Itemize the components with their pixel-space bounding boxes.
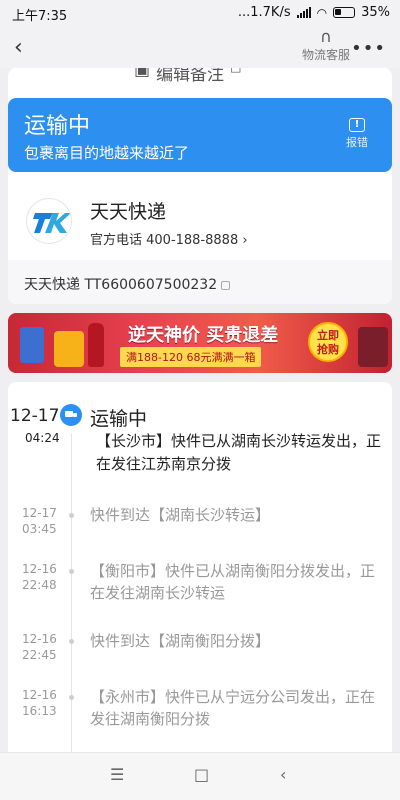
tk-logo-icon <box>33 213 71 233</box>
event-description: 【长沙市】快件已从湖南长沙转运发出，正在发往江苏南京分拨 <box>96 432 382 473</box>
event-time: 22:48 <box>22 578 57 592</box>
battery-percent: 35% <box>361 5 390 20</box>
carrier-card: 天天快递 官方电话 400-188-8888 › 天天快递 TT66006075… <box>8 180 392 304</box>
timeline-dot <box>69 513 74 518</box>
tracking-number-row[interactable]: 天天快递 TT6600607500232 <box>8 260 392 304</box>
truck-icon <box>60 404 82 426</box>
tracking-number: 天天快递 TT6600607500232 <box>24 277 218 293</box>
battery-icon <box>333 7 356 18</box>
customer-service-label: 物流客服 <box>301 48 350 62</box>
timeline-dot <box>69 569 74 574</box>
back-icon[interactable]: ‹ <box>14 35 23 60</box>
shipment-status-subtitle: 包裹离目的地越来越近了 <box>24 144 190 162</box>
buy-now-line2: 抢购 <box>317 343 339 356</box>
edit-note[interactable]: ▣ 编辑备注 □ <box>134 68 241 82</box>
product-image <box>358 327 388 367</box>
ad-headline: 逆天神价 买贵退差 <box>128 325 279 346</box>
timeline-dot <box>69 695 74 700</box>
status-time: 上午7:35 <box>12 9 68 24</box>
carrier-phone-link[interactable]: 官方电话 400-188-8888 › <box>90 229 248 248</box>
timeline-line <box>71 434 72 762</box>
timeline-dot <box>69 639 74 644</box>
ad-deal: 满188-120 68元满满一箱 <box>120 347 262 367</box>
status-icons: ...1.7K/s ◠ 35% <box>238 5 390 20</box>
network-speed: ...1.7K/s <box>237 5 291 20</box>
buy-now-button[interactable]: 立即 抢购 <box>308 322 348 362</box>
report-error-button[interactable]: ! 报错 <box>340 118 374 150</box>
event-description: 【衡阳市】快件已从湖南衡阳分拨发出，正在发往湖南长沙转运 <box>90 562 376 602</box>
product-image <box>88 323 104 367</box>
copy-icon[interactable] <box>221 280 231 290</box>
home-icon[interactable]: □ <box>194 765 209 784</box>
event-time: 03:45 <box>22 522 57 536</box>
report-label: 报错 <box>346 136 368 149</box>
event-description: 【永州市】快件已从宁远分公司发出，正在发往湖南衡阳分拨 <box>90 688 376 728</box>
nav-bar: ‹ ∩ 物流客服 ••• <box>0 26 400 68</box>
more-icon[interactable]: ••• <box>351 38 386 59</box>
event-date: 12-16 <box>22 632 57 646</box>
signal-icon <box>296 7 311 18</box>
shipment-status-banner: 运输中 包裹离目的地越来越近了 ! 报错 <box>8 98 392 172</box>
back-nav-icon[interactable]: ‹ <box>280 765 286 784</box>
event-date: 12-17 <box>10 406 60 426</box>
event-time: 04:24 <box>25 431 60 445</box>
edit-note-label: 编辑备注 <box>156 68 225 82</box>
product-image <box>20 327 44 363</box>
customer-service-button[interactable]: ∩ 物流客服 <box>298 28 354 63</box>
event-status: 运输中 <box>90 408 148 430</box>
event-date: 12-16 <box>22 562 57 576</box>
shipment-status: 运输中 <box>24 114 91 139</box>
buy-now-line1: 立即 <box>317 329 339 342</box>
system-nav-bar: ☰ □ ‹ <box>0 752 400 800</box>
note-icon: ▣ <box>134 68 151 80</box>
wifi-icon: ◠ <box>316 5 328 20</box>
tracking-timeline: 12-17 04:24 运输中 【长沙市】快件已从湖南长沙转运发出，正在发往江苏… <box>8 382 392 762</box>
edit-icon: □ <box>230 68 241 82</box>
event-date: 12-17 <box>22 506 57 520</box>
menu-icon[interactable]: ☰ <box>110 765 124 784</box>
event-time: 16:13 <box>22 704 57 718</box>
carrier-logo <box>26 198 72 244</box>
report-icon: ! <box>349 118 365 132</box>
event-date: 12-16 <box>22 688 57 702</box>
ad-banner[interactable]: 逆天神价 买贵退差 满188-120 68元满满一箱 立即 抢购 <box>8 313 392 373</box>
event-description: 快件到达【湖南衡阳分拨】 <box>90 632 271 650</box>
event-description: 快件到达【湖南长沙转运】 <box>90 506 271 524</box>
carrier-name: 天天快递 <box>90 201 167 223</box>
event-time: 22:45 <box>22 648 57 662</box>
status-bar: 上午7:35 ...1.7K/s ◠ 35% <box>0 0 400 26</box>
product-image <box>54 331 84 367</box>
headset-icon: ∩ <box>320 27 332 46</box>
